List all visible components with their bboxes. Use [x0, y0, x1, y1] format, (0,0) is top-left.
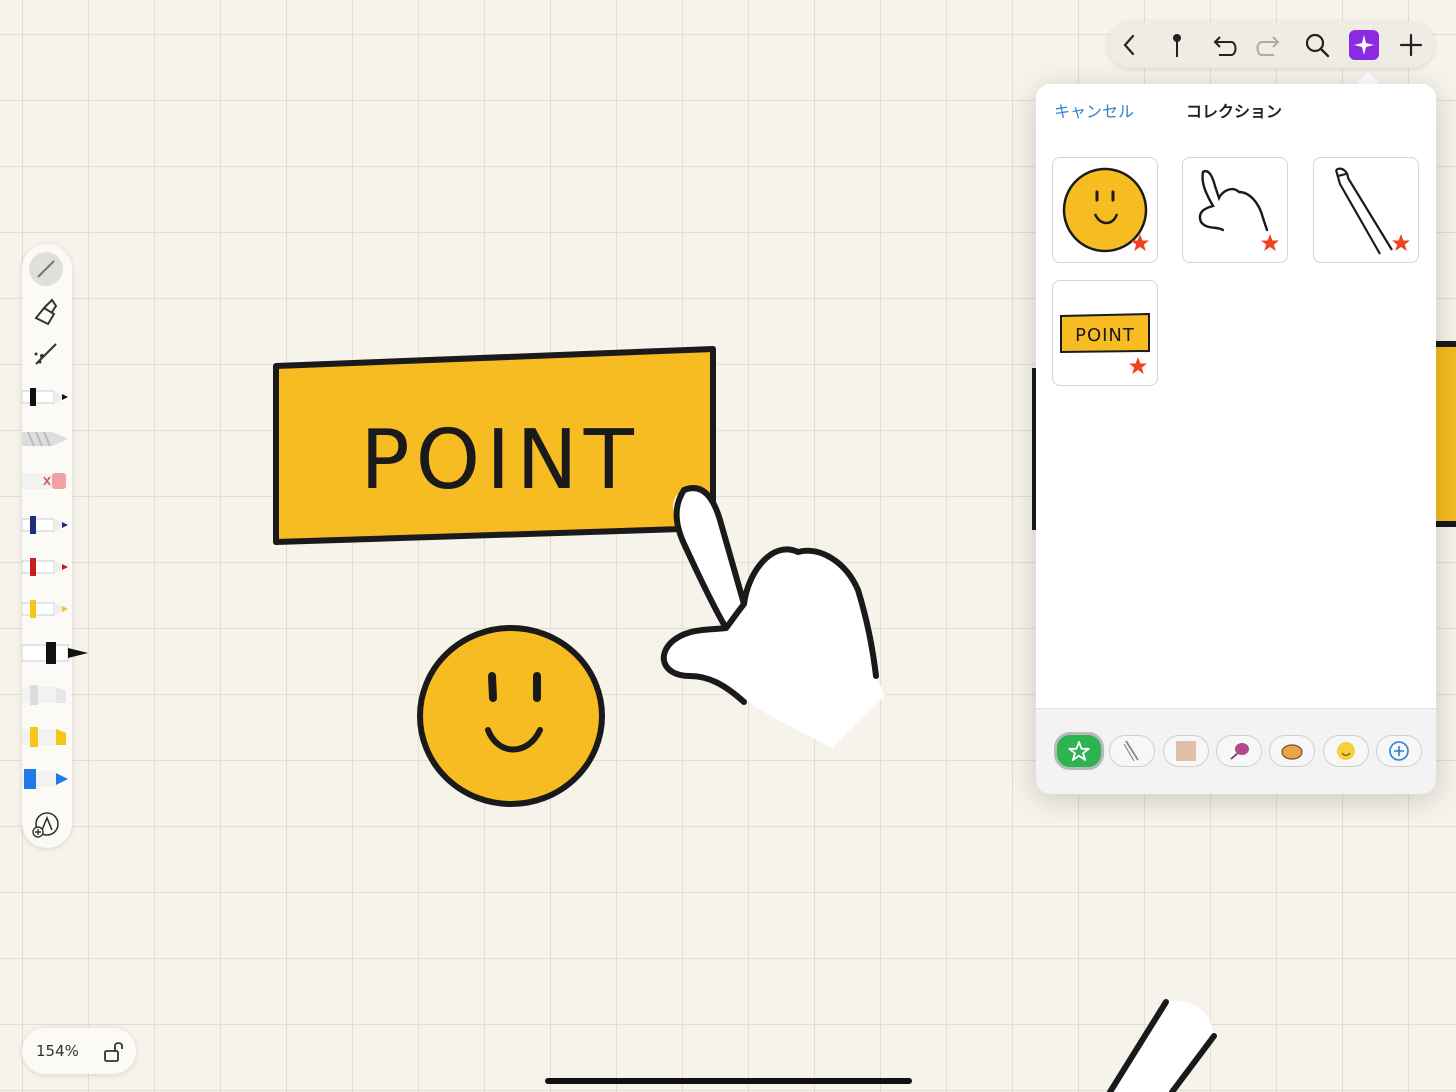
blue-highlighter-icon[interactable]	[22, 762, 90, 796]
smiley-drawing[interactable]	[417, 625, 605, 807]
fill-tool-icon[interactable]	[22, 294, 90, 328]
unlock-icon[interactable]	[102, 1040, 126, 1064]
add-category-plus-icon[interactable]	[1376, 735, 1422, 767]
yellow-pen-icon[interactable]	[22, 592, 90, 626]
pen-tool-icon[interactable]	[22, 252, 90, 286]
popover-title: コレクション	[1186, 102, 1283, 121]
collection-item-smiley[interactable]	[1052, 157, 1158, 263]
top-toolbar	[1108, 22, 1434, 68]
pin-icon[interactable]	[1161, 29, 1193, 61]
redo-icon[interactable]	[1254, 29, 1286, 61]
collection-category-bar	[1036, 708, 1436, 794]
point-sign-text: POINT	[360, 413, 640, 508]
cancel-button[interactable]: キャンセル	[1054, 98, 1134, 122]
zoom-indicator: 154%	[22, 1028, 136, 1074]
category-pen-icon[interactable]	[1109, 735, 1155, 767]
home-indicator	[545, 1078, 912, 1084]
navy-pen-icon[interactable]	[22, 508, 90, 542]
red-pen-icon[interactable]	[22, 550, 90, 584]
search-icon[interactable]	[1301, 29, 1333, 61]
gray-marker-icon[interactable]	[22, 678, 90, 712]
category-smiley-icon[interactable]	[1323, 735, 1369, 767]
point-sign-drawing[interactable]: POINT	[273, 346, 716, 545]
sparkle-icon[interactable]	[1348, 29, 1380, 61]
add-tool-icon[interactable]	[22, 808, 90, 842]
lasso-tool-icon[interactable]	[22, 336, 90, 370]
collection-item-hand[interactable]	[1182, 157, 1288, 263]
hand-drawing[interactable]	[660, 485, 885, 748]
yellow-highlighter-icon[interactable]	[22, 720, 90, 754]
undo-icon[interactable]	[1207, 29, 1239, 61]
chevron-left-icon[interactable]	[1114, 29, 1146, 61]
black-pen-icon[interactable]	[22, 380, 90, 414]
collection-popover: キャンセル コレクション POINT	[1036, 84, 1436, 794]
category-paper-icon[interactable]	[1163, 735, 1209, 767]
eraser-icon[interactable]	[22, 464, 90, 498]
black-marker-icon[interactable]	[22, 636, 90, 670]
tool-palette	[22, 244, 88, 848]
category-flower-icon[interactable]	[1216, 735, 1262, 767]
zoom-level[interactable]: 154%	[36, 1042, 79, 1060]
favorites-category-star-icon[interactable]	[1054, 732, 1104, 770]
pen-drawing-partial[interactable]	[1107, 999, 1217, 1092]
thumb-point-text: POINT	[1075, 325, 1135, 346]
category-bread-icon[interactable]	[1269, 735, 1315, 767]
plus-icon[interactable]	[1395, 29, 1427, 61]
collection-item-pen[interactable]	[1313, 157, 1419, 263]
collection-item-point-sign[interactable]: POINT	[1052, 280, 1158, 386]
pencil-icon[interactable]	[22, 422, 90, 456]
